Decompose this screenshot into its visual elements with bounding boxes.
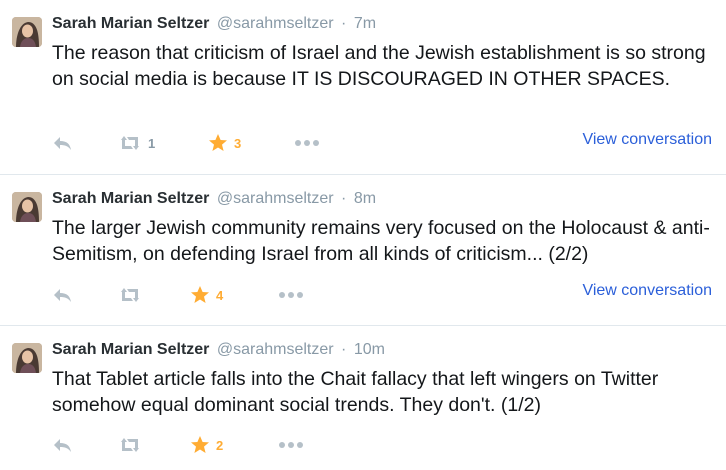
more-button[interactable] (278, 284, 304, 306)
author-handle[interactable]: @sarahmseltzer (217, 15, 334, 32)
favorite-button[interactable]: 2 (190, 434, 223, 456)
author-name[interactable]: Sarah Marian Seltzer (52, 341, 209, 358)
more-dots-icon (279, 292, 303, 298)
tweet-header: Sarah Marian Seltzer @sarahmseltzer · 10… (52, 340, 385, 360)
tweet-text: The larger Jewish community remains very… (52, 217, 710, 265)
reply-icon (54, 439, 71, 452)
star-icon (191, 286, 209, 303)
favorite-count: 4 (216, 287, 224, 303)
separator-dot: · (341, 15, 347, 32)
favorite-count: 2 (216, 437, 224, 453)
more-dots-icon (279, 442, 303, 448)
tweet-text: The reason that criticism of Israel and … (52, 42, 706, 90)
more-dots-icon (295, 140, 319, 146)
reply-button[interactable] (52, 284, 74, 306)
view-conversation-link[interactable]: View conversation (582, 131, 712, 149)
avatar[interactable] (12, 343, 42, 373)
separator-dot: · (341, 341, 347, 358)
more-button[interactable] (294, 132, 320, 154)
retweet-button[interactable] (118, 434, 148, 456)
retweet-icon (121, 288, 139, 302)
favorite-button[interactable]: 4 (190, 284, 223, 306)
author-handle[interactable]: @sarahmseltzer (217, 190, 334, 207)
timestamp[interactable]: 8m (354, 190, 376, 207)
retweet-button[interactable] (118, 284, 148, 306)
favorite-count: 3 (234, 135, 242, 151)
reply-icon (54, 289, 71, 302)
tweet-header: Sarah Marian Seltzer @sarahmseltzer · 8m (52, 189, 376, 209)
separator-dot: · (341, 190, 347, 207)
retweet-icon (121, 438, 139, 452)
retweet-button[interactable]: 1 (118, 132, 155, 154)
author-handle[interactable]: @sarahmseltzer (217, 341, 334, 358)
tweet[interactable]: Sarah Marian Seltzer @sarahmseltzer · 7m… (0, 0, 726, 175)
tweet-timeline: Sarah Marian Seltzer @sarahmseltzer · 7m… (0, 0, 726, 470)
favorite-button[interactable]: 3 (208, 132, 241, 154)
star-icon (191, 436, 209, 453)
avatar[interactable] (12, 192, 42, 222)
view-conversation-link[interactable]: View conversation (582, 282, 712, 300)
timestamp[interactable]: 10m (354, 341, 385, 358)
avatar[interactable] (12, 17, 42, 47)
tweet[interactable]: Sarah Marian Seltzer @sarahmseltzer · 10… (0, 326, 726, 470)
tweet-header: Sarah Marian Seltzer @sarahmseltzer · 7m (52, 14, 376, 34)
timestamp[interactable]: 7m (354, 15, 376, 32)
retweet-count: 1 (148, 135, 156, 151)
star-icon (209, 134, 227, 151)
reply-icon (54, 137, 71, 150)
retweet-icon (121, 136, 139, 150)
tweet[interactable]: Sarah Marian Seltzer @sarahmseltzer · 8m… (0, 175, 726, 326)
author-name[interactable]: Sarah Marian Seltzer (52, 15, 209, 32)
tweet-text: That Tablet article falls into the Chait… (52, 368, 659, 416)
author-name[interactable]: Sarah Marian Seltzer (52, 190, 209, 207)
reply-button[interactable] (52, 434, 74, 456)
more-button[interactable] (278, 434, 304, 456)
reply-button[interactable] (52, 132, 74, 154)
